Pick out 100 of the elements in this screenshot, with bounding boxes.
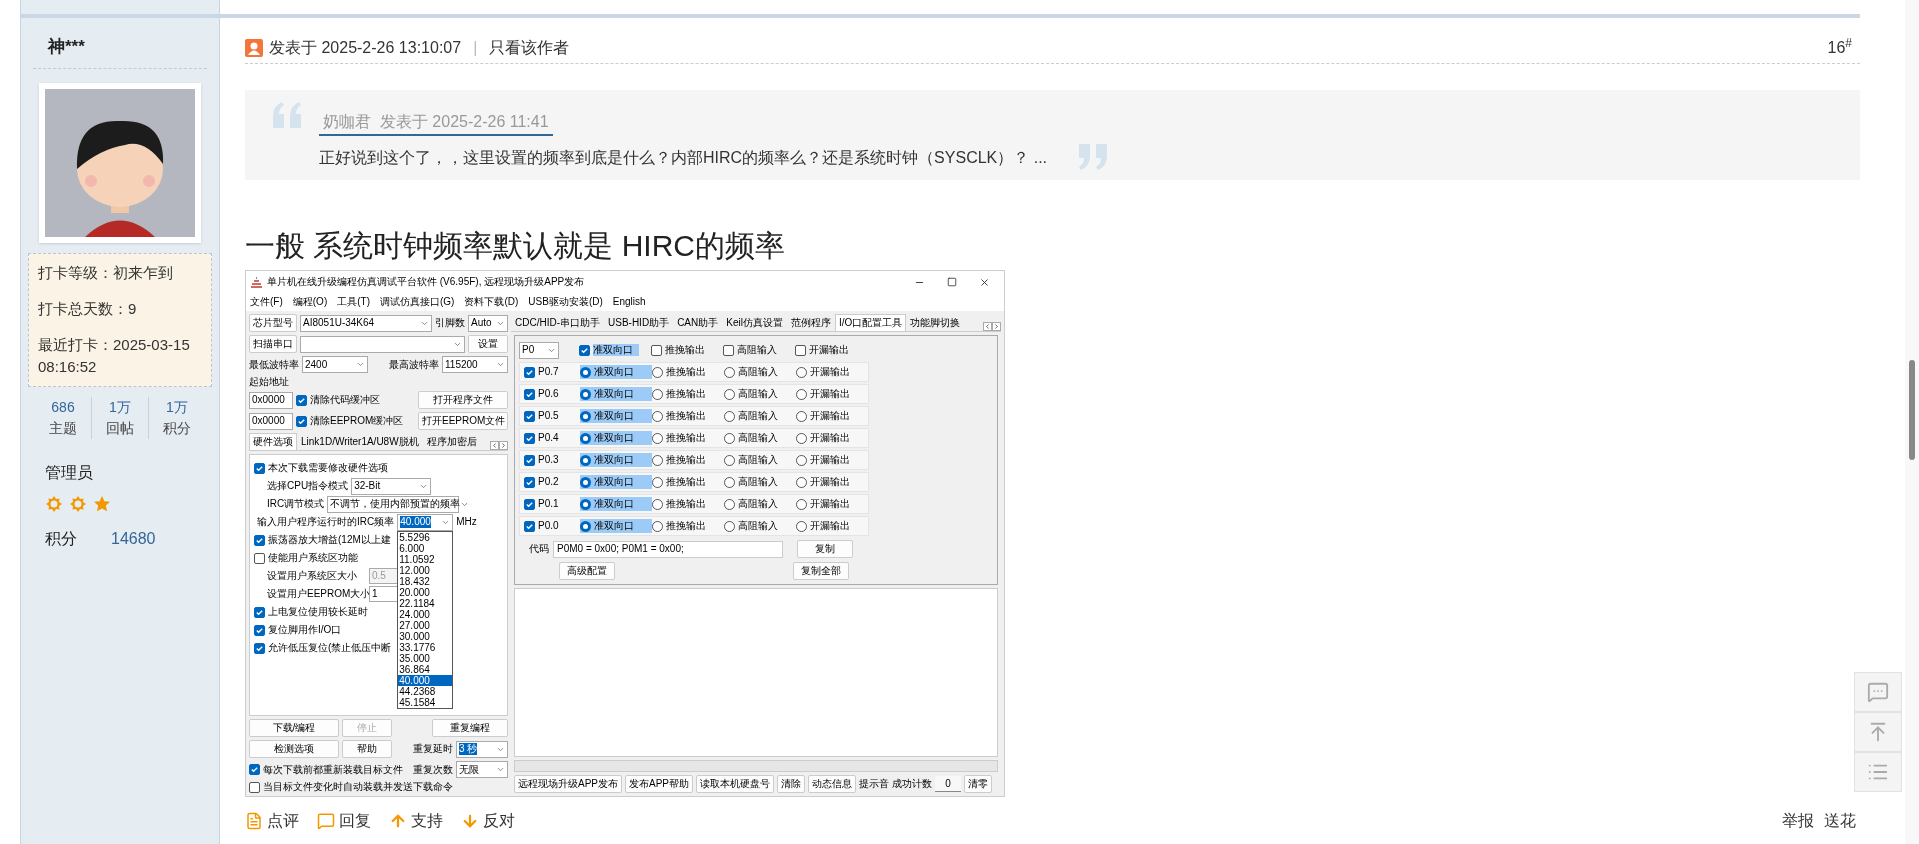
radio-button[interactable] [796, 410, 807, 422]
post-action-link[interactable]: 点评 [245, 809, 299, 833]
scrollbar-thumb[interactable] [1909, 360, 1915, 460]
dropdown[interactable]: 2400 [302, 356, 368, 373]
checkbox[interactable] [254, 642, 265, 654]
dropdown[interactable]: 3 秒 [456, 740, 508, 758]
list-option[interactable]: 18.432 [398, 575, 453, 587]
points-value[interactable]: 14680 [111, 526, 156, 551]
button[interactable]: 读取本机硬盘号 [696, 775, 775, 793]
list-option[interactable]: 11.0592 [398, 553, 453, 565]
list-option[interactable]: 33.1776 [398, 641, 453, 653]
code-field[interactable]: P0M0 = 0x00; P0M1 = 0x00; [553, 540, 783, 558]
checkbox[interactable] [795, 344, 806, 356]
dropdown[interactable]: AI8051U-34K64 [300, 314, 432, 332]
checkbox[interactable] [296, 394, 307, 406]
checkbox[interactable] [296, 415, 307, 427]
radio-button[interactable] [796, 520, 807, 532]
checkbox[interactable] [524, 410, 535, 422]
list-option[interactable]: 40.000 [398, 674, 453, 686]
radio-button[interactable] [724, 432, 735, 444]
address-field[interactable]: 0x0000 [249, 412, 293, 430]
button[interactable]: 检测选项 [249, 740, 339, 758]
radio-button[interactable] [724, 520, 735, 532]
checkbox[interactable] [524, 476, 535, 488]
author-only-link[interactable]: 只看该作者 [489, 35, 570, 60]
radio-button[interactable] [796, 432, 807, 444]
number-field[interactable]: 1 [369, 586, 399, 602]
radio-button[interactable] [724, 454, 735, 466]
list-option[interactable]: 45.1584 [398, 696, 453, 708]
radio-button[interactable] [796, 476, 807, 488]
scroll-left-icon[interactable] [490, 441, 499, 450]
menu-item[interactable]: 资料下载(D) [464, 296, 519, 308]
menu-item[interactable]: USB驱动安装(D) [528, 296, 603, 308]
button[interactable]: 动态信息 [808, 775, 857, 793]
checkbox[interactable] [254, 624, 265, 636]
checkbox[interactable] [254, 462, 265, 474]
checkbox[interactable] [524, 388, 535, 400]
radio-button[interactable] [724, 498, 735, 510]
radio-button[interactable] [580, 432, 591, 444]
radio-button[interactable] [652, 476, 663, 488]
list-option[interactable]: 12.000 [398, 564, 453, 576]
button[interactable]: 远程现场升级APP发布 [514, 775, 622, 793]
radio-button[interactable] [652, 498, 663, 510]
list-option[interactable]: 22.1184 [398, 597, 453, 609]
checkbox[interactable] [723, 344, 734, 356]
button[interactable]: 帮助 [342, 740, 392, 758]
dropdown[interactable]: P0 [519, 341, 559, 359]
menu-item[interactable]: 调试仿真接口(G) [380, 296, 455, 308]
stat-value[interactable]: 1万 [109, 396, 131, 418]
radio-button[interactable] [796, 388, 807, 400]
radio-button[interactable] [796, 366, 807, 378]
radio-button[interactable] [580, 476, 591, 488]
checkbox[interactable] [249, 781, 260, 793]
button[interactable]: 复制全部 [793, 562, 849, 580]
close-icon[interactable] [979, 276, 990, 288]
button[interactable]: 打开程序文件 [418, 391, 508, 409]
address-field[interactable]: 0x0000 [249, 391, 293, 409]
checkbox[interactable] [254, 534, 265, 546]
radio-button[interactable] [724, 476, 735, 488]
radio-button[interactable] [652, 520, 663, 532]
radio-button[interactable] [796, 498, 807, 510]
radio-button[interactable] [724, 366, 735, 378]
checkbox[interactable] [524, 432, 535, 444]
button[interactable]: 下载/编程 [249, 719, 339, 737]
radio-button[interactable] [652, 432, 663, 444]
checkbox[interactable] [524, 366, 535, 378]
button[interactable]: 复制 [797, 540, 853, 558]
radio-button[interactable] [580, 520, 591, 532]
radio-button[interactable] [652, 454, 663, 466]
menu-item[interactable]: 文件(F) [250, 296, 283, 308]
post-link[interactable]: 举报 [1782, 809, 1814, 833]
username[interactable]: 神*** [33, 37, 85, 56]
menu-item[interactable]: 工具(T) [337, 296, 370, 308]
tab[interactable]: I/O口配置工具 [834, 314, 907, 331]
post-action-link[interactable]: 反对 [461, 809, 515, 833]
stat-value[interactable]: 1万 [166, 396, 188, 418]
radio-button[interactable] [796, 454, 807, 466]
dropdown[interactable]: 40.000 [397, 513, 454, 531]
button[interactable]: 重复编程 [432, 719, 508, 737]
checkbox[interactable] [524, 498, 535, 510]
list-option[interactable]: 6.000 [398, 542, 453, 554]
dropdown[interactable]: 115200 [442, 356, 508, 373]
menu-item[interactable]: English [612, 296, 646, 308]
dropdown[interactable]: Auto [468, 314, 508, 332]
button[interactable]: 设置 [468, 335, 508, 353]
radio-button[interactable] [580, 498, 591, 510]
list-option[interactable]: 30.000 [398, 630, 453, 642]
button[interactable]: 扫描串口 [249, 335, 297, 353]
checkbox[interactable] [579, 344, 590, 356]
button[interactable]: 打开EEPROM文件 [418, 412, 508, 430]
stat-value[interactable]: 686 [51, 396, 75, 418]
maximize-icon[interactable] [947, 276, 957, 287]
scroll-left-icon[interactable] [983, 322, 992, 331]
dropdown[interactable]: 32-Bit [351, 477, 432, 495]
radio-button[interactable] [724, 388, 735, 400]
radio-button[interactable] [652, 388, 663, 400]
scroll-right-icon[interactable] [499, 441, 508, 450]
radio-button[interactable] [580, 410, 591, 422]
button[interactable]: 清除 [777, 775, 806, 793]
list-option[interactable]: 5.5296 [398, 531, 453, 543]
